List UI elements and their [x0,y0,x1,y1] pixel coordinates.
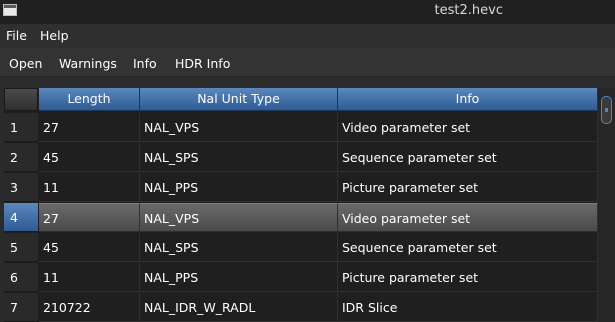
toolbar: Open Warnings Info HDR Info [0,48,615,77]
table-row[interactable]: 3 11 NAL_PPS Picture parameter set [4,173,598,203]
row-header[interactable]: 7 [4,293,38,322]
cell-info[interactable]: Picture parameter set [338,263,598,292]
column-header-length[interactable]: Length [39,88,140,111]
cell-length[interactable]: 210722 [39,293,140,322]
warnings-button[interactable]: Warnings [59,56,117,71]
cell-nal-unit-type[interactable]: NAL_PPS [140,263,338,292]
table-row[interactable]: 6 11 NAL_PPS Picture parameter set [4,263,598,293]
menu-bar: File Help [0,24,615,48]
scrollbar-thumb[interactable] [601,96,612,124]
cell-info[interactable]: Sequence parameter set [338,233,598,262]
menu-help[interactable]: Help [40,28,69,43]
cell-length[interactable]: 11 [39,173,140,202]
cell-length[interactable]: 45 [39,233,140,262]
cell-nal-unit-type[interactable]: NAL_IDR_W_RADL [140,293,338,322]
row-header[interactable]: 1 [4,113,38,142]
row-header[interactable]: 6 [4,263,38,292]
column-header-nal-unit-type[interactable]: Nal Unit Type [140,88,338,111]
table-row[interactable]: 2 45 NAL_SPS Sequence parameter set [4,143,598,173]
cell-length[interactable]: 45 [39,143,140,172]
cell-length[interactable]: 27 [39,113,140,142]
cell-info[interactable]: Picture parameter set [338,173,598,202]
row-header[interactable]: 2 [4,143,38,172]
cell-info[interactable]: IDR Slice [338,293,598,322]
title-bar: test2.hevc [0,0,615,24]
open-button[interactable]: Open [9,56,42,71]
cell-nal-unit-type[interactable]: NAL_PPS [140,173,338,202]
cell-nal-unit-type[interactable]: NAL_SPS [140,233,338,262]
window-title: test2.hevc [434,3,503,18]
cell-length[interactable]: 11 [39,263,140,292]
table-row[interactable]: 1 27 NAL_VPS Video parameter set [4,113,598,143]
table-row[interactable]: 7 210722 NAL_IDR_W_RADL IDR Slice [4,293,598,322]
row-header[interactable]: 5 [4,233,38,262]
nal-unit-table: Length Nal Unit Type Info 1 27 NAL_VPS V… [4,88,598,322]
table-row-selected[interactable]: 4 27 NAL_VPS Video parameter set [4,203,598,233]
cell-info[interactable]: Video parameter set [338,113,598,142]
cell-info[interactable]: Sequence parameter set [338,143,598,172]
cell-nal-unit-type[interactable]: NAL_VPS [140,113,338,142]
cell-nal-unit-type[interactable]: NAL_VPS [140,203,338,232]
info-button[interactable]: Info [133,56,157,71]
row-header[interactable]: 3 [4,173,38,202]
cell-length[interactable]: 27 [39,203,140,232]
table-corner-button[interactable] [4,88,38,111]
cell-info[interactable]: Video parameter set [338,203,598,232]
vertical-scrollbar[interactable] [598,88,615,322]
table-row[interactable]: 5 45 NAL_SPS Sequence parameter set [4,233,598,263]
column-header-info[interactable]: Info [338,88,598,111]
cell-nal-unit-type[interactable]: NAL_SPS [140,143,338,172]
hdr-info-button[interactable]: HDR Info [175,56,230,71]
row-header[interactable]: 4 [4,203,38,232]
menu-file[interactable]: File [6,28,27,43]
